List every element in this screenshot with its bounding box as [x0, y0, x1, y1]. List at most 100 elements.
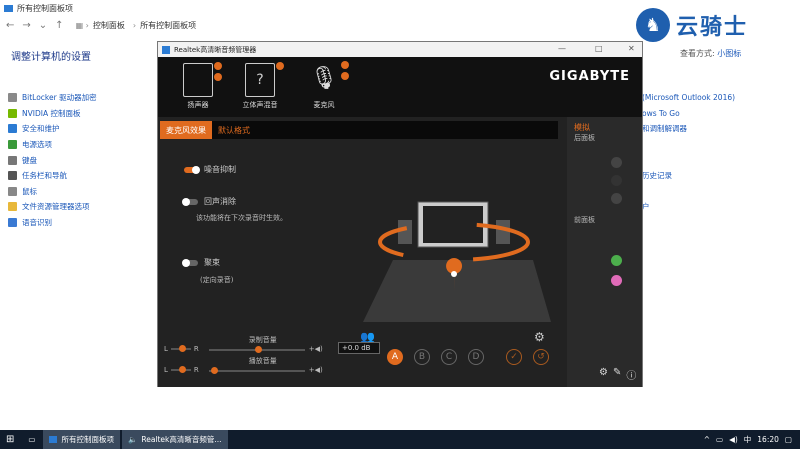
ime-indicator[interactable]: 中 — [744, 434, 752, 445]
up-arrow-icon[interactable]: ↑ — [55, 20, 63, 31]
toggle-switch[interactable] — [182, 258, 198, 267]
control-panel-item[interactable]: 键盘 — [8, 152, 97, 168]
playback-slider[interactable] — [208, 367, 305, 374]
system-tray: ^ ▭ ◀) 中 16:20 ▢ — [704, 430, 792, 449]
taskbar-app-control-panel[interactable]: 所有控制面板项 — [43, 430, 120, 449]
item-label: 文件资源管理器选项 — [22, 202, 90, 212]
control-panel-item-right[interactable]: 户 — [642, 199, 735, 215]
control-panel-item-right[interactable] — [642, 137, 735, 153]
tab-default-format[interactable]: 默认格式 — [212, 121, 256, 139]
jack-panel: 模拟 后面板 前面板 ⚙ ✎ ⓘ — [567, 117, 642, 387]
item-label: 安全和维护 — [22, 124, 60, 134]
control-panel-item[interactable]: 文件资源管理器选项 — [8, 199, 97, 215]
jack-front-green[interactable] — [611, 255, 622, 266]
control-panel-item[interactable]: 电源选项 — [8, 137, 97, 153]
record-slider[interactable] — [208, 346, 305, 353]
tab-mic-effects[interactable]: 麦克风效果 — [160, 121, 212, 139]
toggle-switch[interactable] — [182, 197, 198, 206]
view-by-label: 查看方式: — [680, 49, 715, 58]
brand-logo: GIGABYTE — [549, 69, 630, 84]
jack-back-1[interactable] — [611, 157, 622, 168]
item-icon — [8, 93, 17, 103]
control-panel-item-right[interactable]: (Microsoft Outlook 2016) — [642, 90, 735, 106]
watermark-logo: ♞ 云骑士 — [636, 8, 748, 42]
network-icon[interactable]: ▭ — [716, 435, 723, 444]
volume-tray-icon[interactable]: ◀) — [729, 435, 738, 444]
control-panel-items-right: (Microsoft Outlook 2016) ows To Go 和调制解调器历… — [642, 90, 735, 215]
analog-label: 模拟 — [574, 123, 590, 132]
item-icon — [8, 108, 17, 118]
control-panel-icon — [49, 436, 58, 443]
control-panel-item[interactable]: BitLocker 驱动器加密 — [8, 90, 97, 106]
option-beamforming[interactable]: 聚束 — [182, 257, 220, 268]
balance-slider[interactable] — [170, 366, 191, 373]
jack-back-3[interactable] — [611, 193, 622, 204]
back-panel-label: 后面板 — [574, 134, 595, 142]
preset-d[interactable]: D — [468, 349, 484, 365]
speaker-icon — [183, 62, 222, 97]
control-panel-item-right[interactable]: ows To Go — [642, 106, 735, 122]
status-dot — [341, 61, 349, 69]
control-panel-item-right[interactable] — [642, 184, 735, 200]
item-label: 电源选项 — [22, 140, 52, 150]
start-icon[interactable]: ⊞ — [0, 430, 20, 449]
view-by-value[interactable]: 小图标 — [717, 49, 741, 58]
forward-arrow-icon[interactable]: → — [22, 20, 30, 31]
control-panel-item-right[interactable]: 和调制解调器 — [642, 121, 735, 137]
save-icon[interactable]: ↺ — [533, 349, 549, 365]
tab-bar: 麦克风效果 默认格式 — [160, 121, 558, 139]
volume-icon[interactable]: +◀) — [309, 345, 323, 353]
volume-icon[interactable]: +◀) — [309, 366, 323, 374]
toggle-switch[interactable] — [184, 165, 200, 174]
control-panel-item[interactable]: NVIDIA 控制面板 — [8, 106, 97, 122]
item-icon — [8, 171, 17, 181]
option-noise-suppression[interactable]: 噪音抑制 — [184, 164, 236, 175]
breadcrumb-all-items[interactable]: 所有控制面板项 — [140, 20, 196, 31]
device-stereo-mix[interactable]: ? 立体声混音 — [233, 62, 287, 110]
device-header: 扬声器 ? 立体声混音 🎙 麦克风 GIGABYTE — [158, 57, 642, 117]
chip-icon: ? — [245, 62, 284, 97]
back-arrow-icon[interactable]: ← — [6, 20, 14, 31]
record-label: 录制音量 — [248, 336, 277, 344]
jack-front-pink[interactable] — [611, 275, 622, 286]
control-panel-item[interactable]: 鼠标 — [8, 184, 97, 200]
taskbar-app-realtek[interactable]: 🔈 Realtek高清晰音频管... — [121, 430, 228, 449]
item-icon — [8, 155, 17, 165]
task-view-icon[interactable]: ▭ — [22, 430, 41, 449]
device-microphone[interactable]: 🎙 麦克风 — [297, 61, 351, 110]
gear-icon[interactable]: ⚙ — [599, 367, 608, 382]
preset-c[interactable]: C — [441, 349, 457, 365]
option-label: 噪音抑制 — [204, 165, 236, 174]
option-echo-cancellation[interactable]: 回声消除 — [182, 196, 236, 207]
check-icon[interactable]: ✓ — [506, 349, 522, 365]
control-panel-item[interactable]: 安全和维护 — [8, 121, 97, 137]
chevron-up-icon[interactable]: ^ — [704, 435, 710, 444]
maximize-icon[interactable]: □ — [595, 44, 603, 53]
view-by: 查看方式: 小图标 — [680, 48, 741, 59]
control-panel-item[interactable]: 语音识别 — [8, 215, 97, 231]
control-panel-item-right[interactable]: 历史记录 — [642, 168, 735, 184]
notification-icon[interactable]: ▢ — [785, 435, 792, 444]
status-dot — [214, 62, 222, 70]
breadcrumb-sep: › — [132, 20, 137, 30]
realtek-window: Realtek高清晰音频管理器 — □ ✕ 扬声器 ? 立体声混音 🎙 麦克风 … — [157, 41, 643, 387]
db-field[interactable]: +0.0 dB — [338, 342, 380, 354]
speaker-left — [398, 220, 412, 244]
wrench-icon[interactable]: ✎ — [613, 367, 621, 382]
settings-person-icon[interactable]: ⚙ — [534, 330, 545, 344]
device-label: 扬声器 — [187, 101, 209, 109]
breadcrumb-control-panel[interactable]: 控制面板 — [93, 20, 125, 31]
info-icon[interactable]: ⓘ — [626, 367, 636, 382]
clock[interactable]: 16:20 — [757, 435, 779, 444]
device-speakers[interactable]: 扬声器 — [171, 62, 225, 110]
preset-b[interactable]: B — [414, 349, 430, 365]
close-icon[interactable]: ✕ — [628, 44, 635, 53]
chevron-down-icon[interactable]: ⌄ — [39, 20, 47, 31]
jack-back-2[interactable] — [611, 175, 622, 186]
minimize-icon[interactable]: — — [558, 44, 566, 53]
control-panel-item[interactable]: 任务栏和导航 — [8, 168, 97, 184]
preset-a[interactable]: A — [387, 349, 403, 365]
balance-slider[interactable] — [170, 345, 191, 352]
control-panel-item-right[interactable] — [642, 152, 735, 168]
device-label: 立体声混音 — [242, 101, 278, 109]
